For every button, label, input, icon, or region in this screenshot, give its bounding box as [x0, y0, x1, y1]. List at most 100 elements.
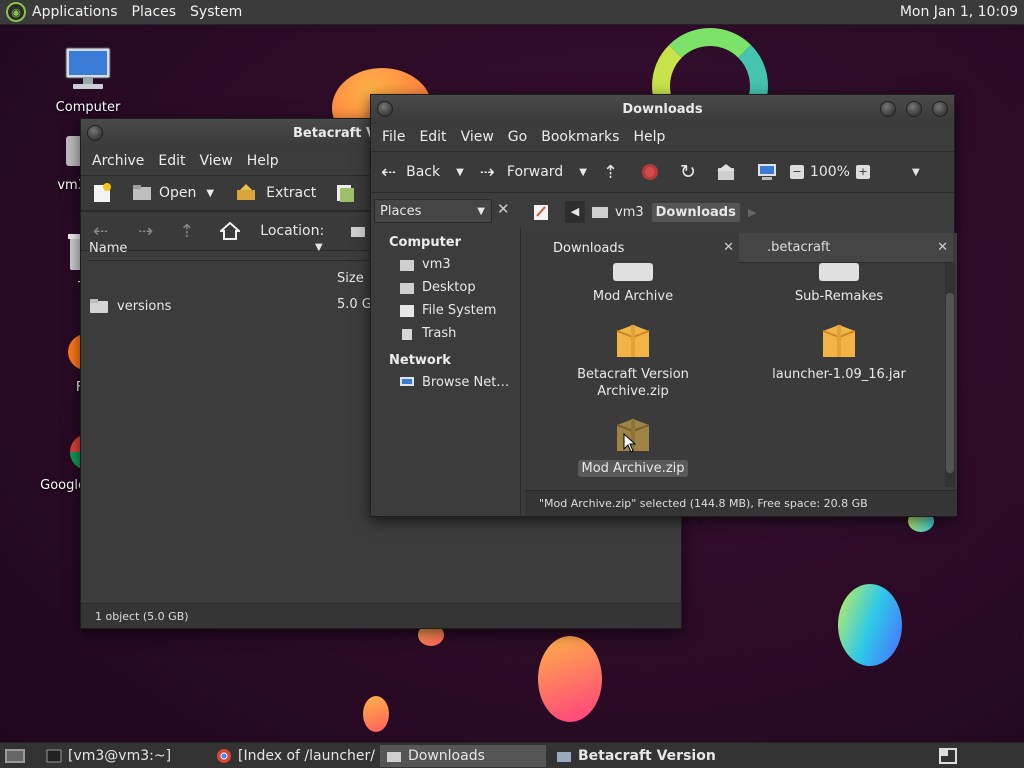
folder-icon [387, 751, 401, 762]
workspace-switcher-icon[interactable] [938, 747, 958, 765]
menu-applications[interactable]: Applications [32, 4, 118, 20]
distro-logo-icon[interactable]: ◉ [6, 2, 26, 22]
menu-bookmarks[interactable]: Bookmarks [541, 129, 619, 145]
mouse-cursor-icon [623, 433, 637, 453]
sidebar-item-vm3[interactable]: vm3 [371, 253, 520, 276]
desktop-icon-computer[interactable]: Computer [46, 46, 130, 115]
scrollbar-thumb[interactable] [946, 293, 954, 473]
file-name: Betacraft Version Archive.zip [577, 367, 689, 399]
new-archive-button[interactable] [91, 182, 113, 204]
folder-icon [819, 263, 859, 281]
column-size[interactable]: Size [337, 271, 364, 286]
sidebar-item-trash[interactable]: Trash [371, 322, 520, 345]
desktop-icon-label: Computer [55, 100, 121, 115]
places-selector-label: Places [380, 203, 422, 219]
file-name: Mod Archive [592, 289, 674, 304]
file-name: Mod Archive.zip [578, 460, 688, 477]
menu-help[interactable]: Help [247, 153, 279, 169]
fm-titlebar[interactable]: Downloads [371, 95, 954, 123]
desktop-icon-label: Google [40, 478, 86, 493]
clock[interactable]: Mon Jan 1, 10:09 [900, 4, 1018, 20]
extract-button[interactable]: Extract [234, 183, 316, 203]
menu-help[interactable]: Help [633, 129, 665, 145]
close-sidebar-icon[interactable]: ✕ [497, 200, 510, 218]
breadcrumb-left-arrow-icon[interactable]: ◀ [565, 201, 585, 223]
sidebar-item-desktop[interactable]: Desktop [371, 276, 520, 299]
add-files-button[interactable] [334, 182, 356, 204]
tab-label: .betacraft [767, 240, 831, 255]
show-desktop-icon[interactable] [4, 747, 26, 765]
desktop-icon-chrome[interactable]: Google [26, 430, 106, 493]
task-archive-manager[interactable]: Betacraft Version A... [550, 745, 716, 767]
close-button[interactable] [932, 101, 948, 117]
open-dropdown-icon[interactable]: ▼ [206, 188, 214, 199]
menu-places[interactable]: Places [132, 4, 177, 20]
back-dropdown-icon[interactable]: ▼ [456, 167, 464, 178]
toolbar-overflow-icon[interactable]: ▼ [912, 167, 920, 178]
window-menu-button[interactable] [87, 125, 103, 141]
desktop-icon-firefox[interactable]: Fi [26, 332, 104, 395]
sidebar-item-label: File System [422, 303, 497, 318]
menu-view[interactable]: View [461, 129, 494, 145]
sidebar-item-label: Trash [422, 326, 457, 341]
zoom-out-icon[interactable]: − [789, 165, 804, 179]
row-name: versions [117, 298, 172, 314]
table-row[interactable]: versions [87, 295, 377, 317]
task-terminal[interactable]: [vm3@vm3:~] [40, 745, 206, 767]
file-item-mod-archive[interactable]: Mod Archive [563, 263, 703, 305]
vertical-scrollbar[interactable] [945, 263, 955, 487]
menu-file[interactable]: File [382, 129, 405, 145]
decor-blob-small [363, 696, 389, 732]
menu-edit[interactable]: Edit [158, 153, 185, 169]
file-item-launcher-jar[interactable]: launcher-1.09_16.jar [769, 323, 909, 383]
sidebar-item-browse-network[interactable]: Browse Net… [371, 371, 520, 394]
fm-window-title: Downloads [622, 101, 703, 117]
file-item-betacraft-archive[interactable]: Betacraft Version Archive.zip [563, 323, 703, 400]
close-tab-icon[interactable]: ✕ [937, 240, 948, 255]
menu-system[interactable]: System [190, 4, 242, 20]
menu-archive[interactable]: Archive [92, 153, 144, 169]
column-header-row: Name ▼ [87, 238, 377, 261]
desktop-icon-label: T [26, 280, 86, 295]
column-name[interactable]: Name [89, 241, 127, 256]
minimize-button[interactable] [880, 101, 896, 117]
window-menu-button[interactable] [377, 101, 393, 117]
menu-edit[interactable]: Edit [419, 129, 446, 145]
breadcrumb-right-arrow-icon[interactable]: ▶ [748, 206, 756, 219]
computer-icon[interactable] [756, 162, 778, 182]
desktop-folder-icon [400, 282, 414, 294]
back-button[interactable]: ⇠ Back ▼ [381, 162, 464, 183]
desktop-icon-trash[interactable]: T [26, 232, 94, 295]
reload-icon[interactable]: ↻ [680, 161, 696, 183]
open-button[interactable]: Open ▼ [131, 183, 214, 203]
file-name: launcher-1.09_16.jar [772, 367, 906, 382]
task-downloads[interactable]: Downloads [380, 744, 546, 767]
home-icon[interactable] [716, 163, 736, 181]
terminal-icon [46, 749, 62, 762]
close-tab-icon[interactable]: ✕ [723, 240, 734, 255]
zoom-in-icon[interactable]: + [855, 165, 870, 179]
maximize-button[interactable] [906, 101, 922, 117]
places-selector[interactable]: Places ▼ [374, 199, 492, 223]
archive-status-bar: 1 object (5.0 GB) [81, 603, 681, 628]
forward-dropdown-icon[interactable]: ▼ [579, 167, 587, 178]
breadcrumb-vm3[interactable]: vm3 [615, 205, 644, 220]
stop-icon[interactable] [640, 162, 660, 182]
sidebar-item-file-system[interactable]: File System [371, 299, 520, 322]
tab-betacraft[interactable]: .betacraft ✕ [739, 233, 953, 263]
edit-location-icon[interactable] [531, 202, 551, 222]
file-manager-window: Downloads File Edit View Go Bookmarks He… [370, 94, 957, 517]
menu-go[interactable]: Go [508, 129, 527, 145]
tab-downloads[interactable]: Downloads ✕ [525, 233, 739, 263]
file-item-sub-remakes[interactable]: Sub-Remakes [769, 263, 909, 305]
menu-view[interactable]: View [200, 153, 233, 169]
computer-icon [65, 47, 111, 89]
task-browser[interactable]: [Index of /launcher/... [210, 745, 376, 767]
folder-icon [613, 263, 653, 281]
forward-button[interactable]: ⇢ Forward ▼ [480, 162, 587, 183]
archive-icon [822, 325, 856, 357]
desktop-icon-home[interactable]: vm3 [26, 130, 98, 193]
archive-manager-icon [557, 751, 571, 762]
up-icon[interactable]: ⇡ [603, 162, 618, 183]
breadcrumb-downloads[interactable]: Downloads [651, 202, 740, 222]
